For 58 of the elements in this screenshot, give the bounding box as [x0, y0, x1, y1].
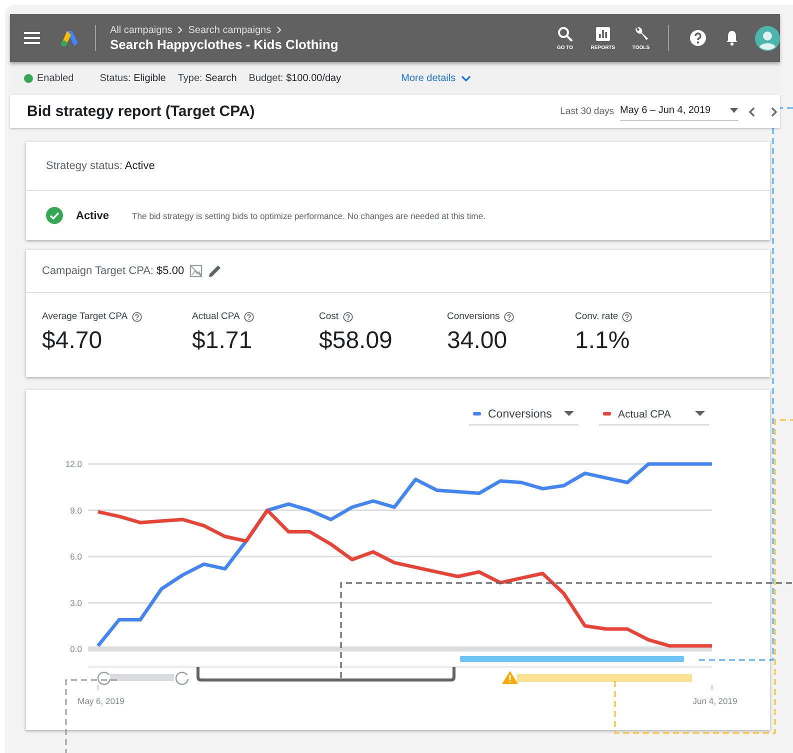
caret-icon [730, 108, 738, 113]
status-label: Active [76, 210, 110, 222]
chevron-right-icon [176, 26, 184, 34]
help-icon[interactable] [689, 29, 707, 47]
edit-icon[interactable] [208, 264, 222, 278]
summary-field: Status: Eligible [100, 73, 166, 84]
axis-label: May 6, 2019 [78, 696, 124, 706]
bar-chart-icon [595, 26, 611, 42]
date-range-dropdown[interactable]: May 6 – Jun 4, 2019 [620, 102, 738, 121]
search-icon [557, 26, 573, 42]
logo-icon[interactable] [60, 29, 80, 47]
metric-value: 1.1% [575, 327, 631, 355]
legend-dropdown[interactable]: Conversions [469, 408, 578, 426]
axis-label: 0.0 [70, 644, 82, 654]
status-text: Enabled [37, 73, 74, 84]
chevron-down-icon [460, 75, 471, 82]
more-details-link[interactable]: More details [401, 73, 471, 84]
metric-value: $1.71 [192, 327, 254, 355]
summary-field: Type: Search [178, 73, 237, 84]
legend-label: Actual CPA [618, 408, 671, 420]
status-message: The bid strategy is setting bids to optimize performance. No changes are needed at this time. [132, 210, 486, 220]
legend-label: Conversions [488, 408, 552, 420]
warning-icon [502, 671, 518, 684]
campaign-title: Search Happyclothes - Kids Clothing [110, 36, 340, 52]
menu-icon[interactable] [24, 32, 40, 44]
metric-value: $4.70 [42, 327, 104, 355]
metric-value: $58.09 [319, 327, 394, 355]
check-circle-icon [46, 207, 63, 224]
breadcrumb-link[interactable]: All campaigns [110, 24, 172, 36]
axis-label: Jun 4, 2019 [692, 696, 738, 706]
report-title: Bid strategy report (Target CPA) [27, 103, 256, 120]
image-icon [189, 264, 204, 278]
chevron-right-icon [275, 26, 284, 34]
metric-label: Conv. rate [575, 311, 618, 322]
axis-label: 12.0 [65, 459, 82, 469]
metric-label: Actual CPA [192, 311, 240, 322]
target-cpa-text: Campaign Target CPA: $5.00 [42, 265, 184, 277]
help-icon[interactable] [622, 312, 632, 322]
status-dot [24, 74, 33, 83]
strategy-status-text: Strategy status: Active [46, 160, 155, 172]
axis-label: 6.0 [70, 552, 82, 562]
metric-label: Average Target CPA [42, 311, 128, 322]
legend-dropdown[interactable]: Actual CPA [599, 408, 709, 426]
range-label: Last 30 days [560, 106, 614, 117]
range-slider-drawing[interactable] [97, 672, 189, 685]
summary-field: Budget: $100.00/day [248, 73, 342, 84]
metric-label: Cost [319, 311, 339, 322]
help-icon[interactable] [244, 312, 254, 322]
help-icon[interactable] [342, 312, 353, 322]
metric-value: 34.00 [447, 327, 508, 355]
user-avatar[interactable] [755, 26, 780, 50]
axis-label: 9.0 [70, 505, 82, 516]
help-icon[interactable] [132, 312, 142, 322]
wrench-icon [633, 26, 649, 42]
axis-label: 3.0 [70, 598, 82, 608]
metric-label: Conversions [447, 311, 500, 322]
breadcrumb-link[interactable]: Search campaigns [188, 24, 272, 36]
help-icon[interactable] [504, 312, 514, 322]
